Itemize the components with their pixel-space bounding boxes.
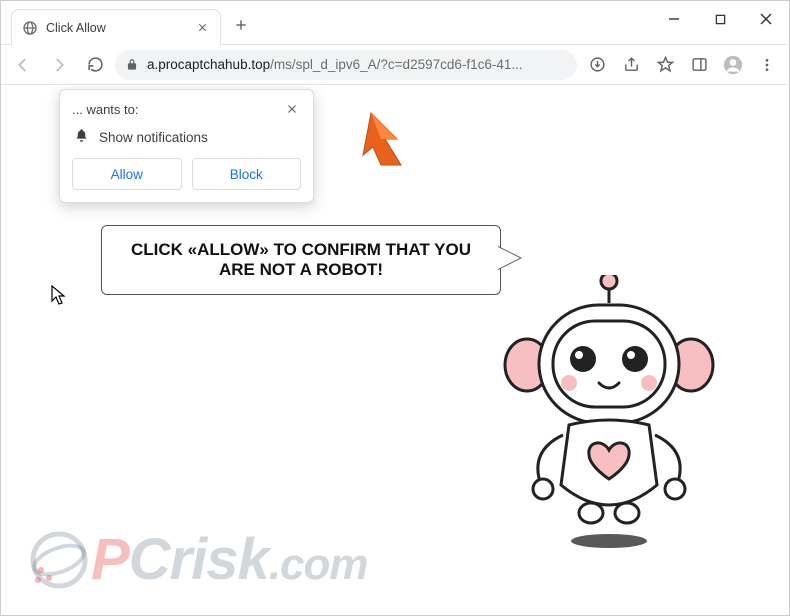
robot-illustration	[499, 275, 719, 560]
close-button[interactable]	[743, 1, 789, 37]
permission-title-row: ... wants to:	[72, 100, 301, 118]
reload-button[interactable]	[79, 49, 111, 81]
url-host: a.procaptchahub.top	[147, 57, 270, 72]
block-button[interactable]: Block	[192, 158, 302, 190]
permission-title: ... wants to:	[72, 102, 138, 117]
window-controls	[651, 1, 789, 45]
watermark-c: C	[129, 527, 170, 592]
side-panel-icon[interactable]	[683, 49, 715, 81]
tab-close-icon[interactable]	[194, 20, 210, 36]
notification-permission-popup: ... wants to: Show notifications Allow B…	[59, 89, 314, 203]
toolbar: a.procaptchahub.top/ms/spl_d_ipv6_A/?c=d…	[1, 45, 789, 85]
cursor-icon	[51, 285, 67, 310]
bell-icon	[74, 128, 89, 146]
titlebar: Click Allow	[1, 1, 789, 45]
allow-button[interactable]: Allow	[72, 158, 182, 190]
tab-title: Click Allow	[46, 21, 186, 35]
menu-icon[interactable]	[751, 49, 783, 81]
watermark-rest: risk	[170, 527, 269, 592]
permission-item-label: Show notifications	[99, 130, 208, 145]
watermark: PCrisk.com	[29, 526, 367, 593]
back-button[interactable]	[7, 49, 39, 81]
watermark-globe-icon	[29, 530, 89, 590]
browser-window: Click Allow	[0, 0, 790, 616]
watermark-suffix: .com	[269, 540, 368, 589]
address-bar[interactable]: a.procaptchahub.top/ms/spl_d_ipv6_A/?c=d…	[115, 50, 577, 80]
watermark-p: P	[91, 527, 129, 592]
permission-item: Show notifications	[74, 128, 301, 146]
forward-button[interactable]	[43, 49, 75, 81]
toolbar-right	[581, 49, 783, 81]
permission-actions: Allow Block	[72, 158, 301, 190]
page-content: ... wants to: Show notifications Allow B…	[1, 85, 789, 615]
annotation-arrow-icon	[351, 105, 421, 180]
url-path: /ms/spl_d_ipv6_A/?c=d2597cd6-f1c6-41...	[270, 57, 523, 72]
new-tab-button[interactable]	[227, 11, 255, 39]
instruction-text: CLICK «ALLOW» TO CONFIRM THAT YOU ARE NO…	[131, 240, 471, 279]
close-icon[interactable]	[283, 100, 301, 118]
instruction-bubble: CLICK «ALLOW» TO CONFIRM THAT YOU ARE NO…	[101, 225, 501, 295]
browser-tab[interactable]: Click Allow	[11, 9, 221, 45]
lock-icon	[125, 58, 139, 72]
maximize-button[interactable]	[697, 1, 743, 37]
share-icon[interactable]	[615, 49, 647, 81]
profile-icon[interactable]	[717, 49, 749, 81]
globe-icon	[22, 20, 38, 36]
minimize-button[interactable]	[651, 1, 697, 37]
install-icon[interactable]	[581, 49, 613, 81]
bookmark-icon[interactable]	[649, 49, 681, 81]
url-text: a.procaptchahub.top/ms/spl_d_ipv6_A/?c=d…	[147, 57, 523, 72]
